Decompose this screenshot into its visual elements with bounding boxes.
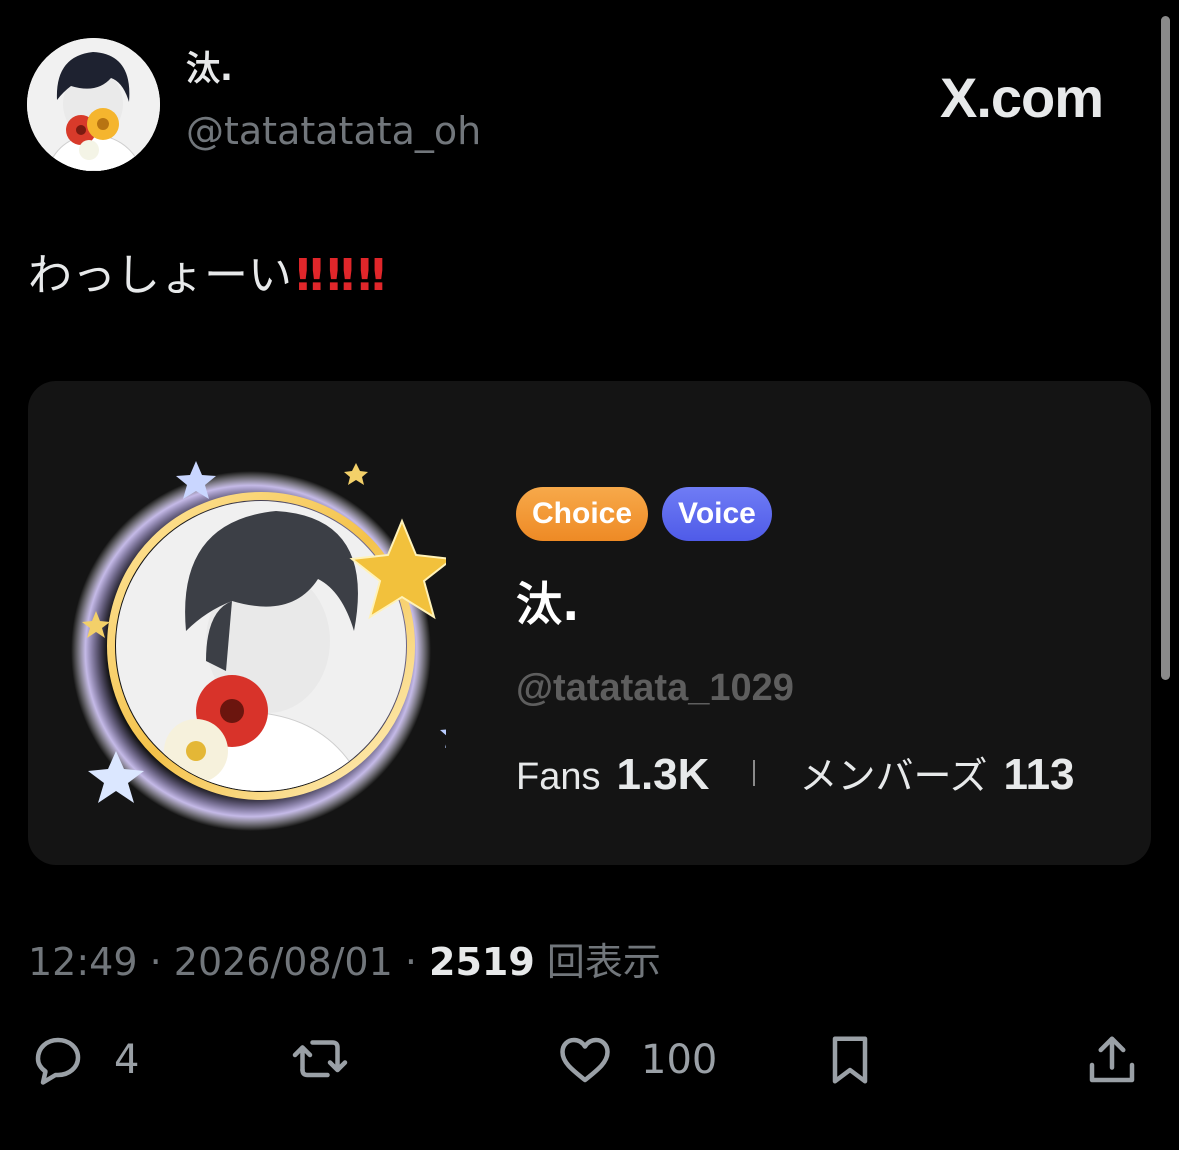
avatar-illustration xyxy=(27,38,160,171)
choice-badge: Choice xyxy=(516,487,649,541)
reply-button[interactable]: 4 xyxy=(28,1030,139,1090)
user-handle[interactable]: @tatatatata_oh xyxy=(186,112,481,150)
fans-value: 1.3K xyxy=(616,750,710,799)
card-avatar xyxy=(56,451,472,841)
members-label: メンバーズ xyxy=(799,756,988,798)
stat-divider xyxy=(753,759,756,786)
avatar[interactable] xyxy=(27,38,160,171)
tweet-body: わっしょーい xyxy=(28,250,292,301)
display-name[interactable]: 汰. xyxy=(186,52,233,86)
heart-icon xyxy=(560,1037,610,1083)
tweet-text: わっしょーい‼︎ ‼︎ ‼︎ xyxy=(28,250,385,303)
share-icon xyxy=(1089,1036,1135,1083)
tweet-meta: 12:49 · 2026/08/01 · 2519 回表示 xyxy=(28,940,661,984)
like-count: 100 xyxy=(641,1037,718,1083)
badge-group: Choice Voice xyxy=(516,487,772,541)
card-stats: Fans 1.3K メンバーズ 113 xyxy=(516,745,1075,800)
views-label: 回表示 xyxy=(546,940,661,984)
profile-card[interactable]: Choice Voice 汰. @tatatata_1029 Fans 1.3K… xyxy=(28,381,1151,865)
bookmark-button[interactable] xyxy=(820,1030,880,1090)
card-handle: @tatatata_1029 xyxy=(516,667,794,709)
like-button[interactable]: 100 xyxy=(555,1030,717,1090)
tweet-date[interactable]: 2026/08/01 xyxy=(174,940,393,984)
tweet-time[interactable]: 12:49 xyxy=(28,940,138,984)
emphasis-marks: ‼︎ ‼︎ ‼︎ xyxy=(296,250,385,301)
scrollbar[interactable] xyxy=(1161,16,1170,680)
views-count: 2519 xyxy=(429,940,535,984)
retweet-button[interactable] xyxy=(288,1030,352,1090)
site-label: X.com xyxy=(940,66,1104,129)
bookmark-icon xyxy=(832,1036,868,1084)
retweet-icon xyxy=(292,1040,348,1078)
members-value: 113 xyxy=(1003,750,1075,799)
card-avatar-illustration xyxy=(71,461,472,831)
voice-badge: Voice xyxy=(662,487,772,541)
card-display-name: 汰. xyxy=(516,577,580,631)
reply-icon xyxy=(35,1037,81,1085)
share-button[interactable] xyxy=(1082,1030,1142,1090)
site-logo: X.com xyxy=(940,70,1104,126)
action-bar: 4 100 xyxy=(0,1030,1179,1100)
fans-label: Fans xyxy=(516,756,601,798)
reply-count: 4 xyxy=(114,1037,140,1083)
